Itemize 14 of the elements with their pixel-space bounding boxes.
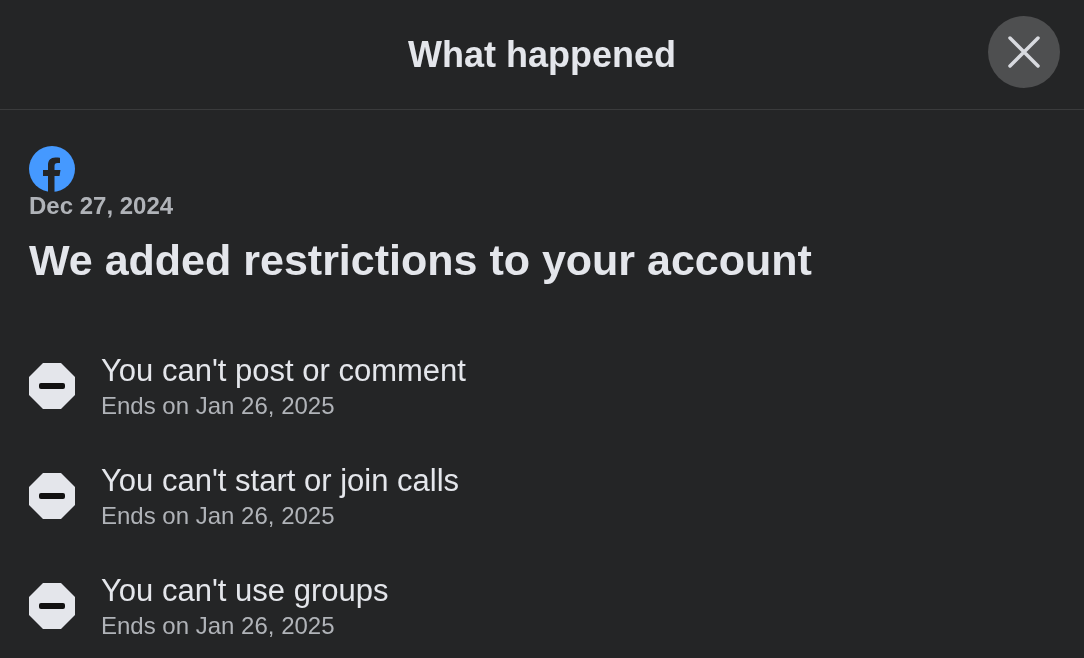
restricted-icon	[29, 363, 75, 409]
notice-heading: We added restrictions to your account	[29, 236, 813, 285]
dialog-title: What happened	[408, 33, 676, 76]
notice-date: Dec 27, 2024	[29, 192, 175, 220]
restriction-title: You can't use groups	[101, 572, 389, 610]
restriction-end-date: Ends on Jan 26, 2025	[101, 501, 336, 531]
restriction-end-date: Ends on Jan 26, 2025	[101, 611, 336, 641]
restricted-icon	[29, 583, 75, 629]
close-icon	[1007, 35, 1041, 69]
logo-icon	[29, 146, 75, 192]
restriction-end-date: Ends on Jan 26, 2025	[101, 391, 336, 421]
restriction-title: You can't start or join calls	[101, 462, 459, 500]
restricted-icon	[29, 473, 75, 519]
restriction-title: You can't post or comment	[101, 352, 466, 390]
